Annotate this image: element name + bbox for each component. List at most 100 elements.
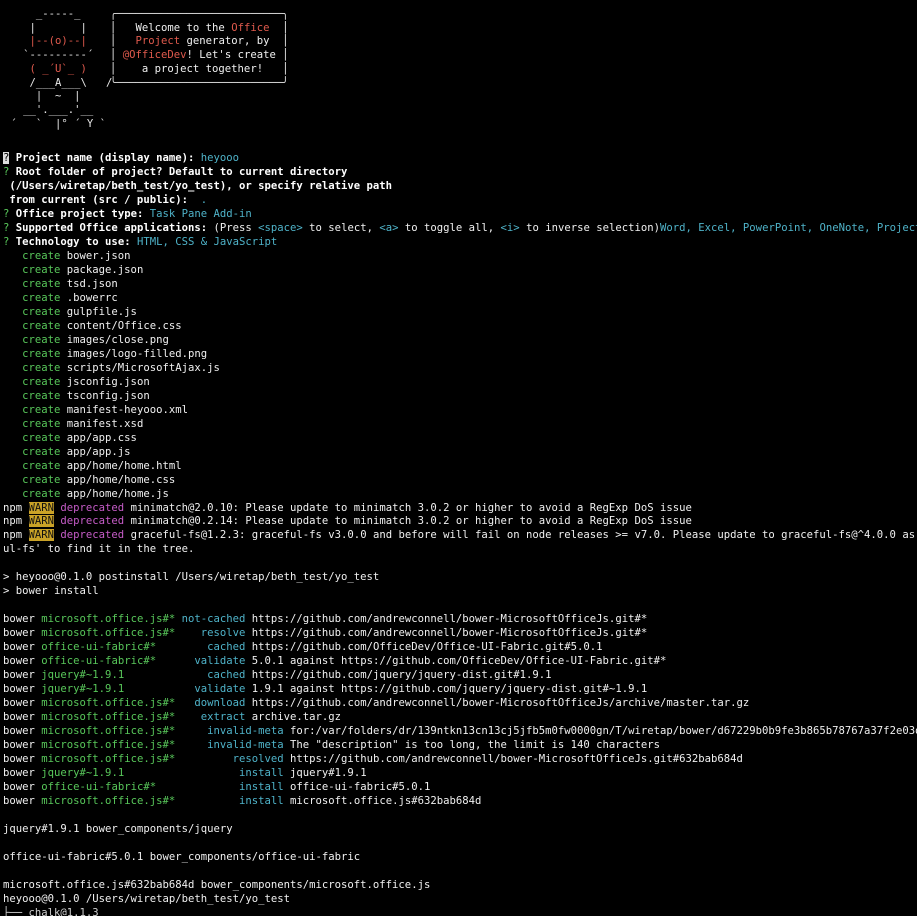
bower-line: bower microsoft.office.js#* install micr…	[3, 794, 481, 808]
create-label: create	[3, 431, 67, 444]
create-line: create tsconfig.json	[3, 389, 150, 403]
output-text: bower	[3, 627, 42, 640]
create-line: create jsconfig.json	[3, 375, 150, 389]
package-name: jquery#~1.9.1	[41, 767, 125, 780]
output-text: ?	[3, 165, 16, 178]
output-text: microsoft.office.js#632bab684d bower_com…	[3, 878, 431, 891]
package-name: office-ui-fabric#*	[41, 641, 157, 654]
output-text: heyooo@0.1.0 /Users/wiretap/beth_test/yo…	[3, 892, 291, 905]
output-text: jquery#1.9.1	[283, 767, 367, 780]
bower-action: cached	[156, 641, 246, 654]
package-name: microsoft.office.js#*	[41, 627, 176, 640]
create-line: create content/Office.css	[3, 319, 182, 333]
prompt-question: from current (src / public):	[3, 193, 195, 206]
output-text: tsconfig.json	[66, 389, 150, 402]
prompt-question: Office project type:	[15, 207, 150, 220]
output-text: bower	[3, 767, 42, 780]
text-line: ├── chalk@1.1.3	[3, 906, 99, 916]
create-line: create manifest-heyooo.xml	[3, 403, 188, 417]
output-text: for:/var/folders/dr/139ntkn13cn13cj5jfb5…	[283, 725, 917, 738]
bower-action: validate	[156, 655, 246, 668]
ascii-art-line: | ~ |	[4, 90, 81, 103]
prompt-line: from current (src / public): .	[3, 193, 207, 207]
ascii-art-line: | |	[4, 21, 87, 34]
ascii-art-line: ´ ` |° ´ Y `	[4, 117, 107, 130]
output-text: bower	[3, 795, 42, 808]
output-text: bower	[3, 739, 42, 752]
output-text: > heyooo@0.1.0 postinstall /Users/wireta…	[3, 571, 380, 584]
prompt-line: ? Technology to use: HTML, CSS & JavaScr…	[3, 235, 277, 249]
prompt-question: Technology to use:	[15, 235, 137, 248]
output-text: graceful-fs@1.2.3: graceful-fs v3.0.0 an…	[124, 529, 917, 542]
bower-action: invalid-meta	[175, 739, 284, 752]
npm-line: npm WARN deprecated minimatch@2.0.10: Pl…	[3, 501, 692, 515]
bower-line: bower microsoft.office.js#* extract arch…	[3, 710, 341, 724]
text-line: > bower install	[3, 584, 99, 598]
text-line: jquery#1.9.1 bower_components/jquery	[3, 822, 233, 836]
output-text: images/close.png	[66, 333, 169, 346]
create-line: create gulpfile.js	[3, 305, 137, 319]
prompt-answer: <space>	[258, 221, 303, 234]
npm-line: npm WARN deprecated minimatch@0.2.14: Pl…	[3, 514, 692, 528]
ascii-art-line: __'.___.'__	[4, 103, 94, 116]
bower-line: bower microsoft.office.js#* not-cached h…	[3, 612, 647, 626]
terminal-window[interactable]: _-----_ | | |--(o)--| `---------´ ( _´U`…	[0, 0, 917, 916]
create-label: create	[3, 459, 67, 472]
prompt-line: ? Office project type: Task Pane Add-in	[3, 207, 252, 221]
package-name: office-ui-fabric#*	[41, 781, 157, 794]
output-text: to select,	[302, 221, 380, 234]
output-text: app/home/home.html	[66, 459, 182, 472]
ascii-art-line: `---------´	[4, 49, 94, 62]
create-label: create	[3, 473, 67, 486]
output-text: (Press	[213, 221, 259, 234]
create-line: create scripts/MicrosoftAjax.js	[3, 361, 220, 375]
output-text: 5.0.1 against https://github.com/OfficeD…	[245, 655, 667, 668]
output-text: bower.json	[66, 249, 131, 262]
prompt-line: ? Supported Office applications: (Press …	[3, 221, 917, 235]
bower-action: resolved	[175, 753, 284, 766]
output-text: .bowerrc	[66, 291, 118, 304]
create-line: create bower.json	[3, 249, 131, 263]
create-label: create	[3, 417, 67, 430]
bubble-text: generator, by │	[180, 35, 289, 48]
text-line: heyooo@0.1.0 /Users/wiretap/beth_test/yo…	[3, 892, 290, 906]
bubble-text: @OfficeDev	[122, 49, 187, 62]
create-label: create	[3, 319, 67, 332]
output-text: bower	[3, 669, 42, 682]
create-line: create images/close.png	[3, 333, 169, 347]
create-label: create	[3, 263, 67, 276]
package-name: microsoft.office.js#*	[41, 613, 176, 626]
package-name: microsoft.office.js#*	[41, 739, 176, 752]
bower-action: cached	[124, 669, 246, 682]
bubble-text: │	[269, 21, 289, 34]
bubble-border: ╭──────────────────────────╮	[110, 8, 289, 20]
prompt-answer: Task Pane Add-in	[149, 207, 252, 220]
output-text: jsconfig.json	[66, 375, 150, 388]
create-line: create app/home/home.html	[3, 459, 182, 473]
prompt-line: (/Users/wiretap/beth_test/yo_test), or s…	[3, 179, 392, 193]
text-line: microsoft.office.js#632bab684d bower_com…	[3, 878, 430, 892]
output-text: package.json	[66, 263, 144, 276]
yeoman-ascii-art: _-----_ | | |--(o)--| `---------´ ( _´U`…	[4, 8, 112, 131]
prompt-line: ? Project name (display name): heyooo	[3, 151, 239, 165]
output-text: npm	[3, 501, 29, 514]
bower-line: bower microsoft.office.js#* resolved htt…	[3, 752, 743, 766]
output-text: https://github.com/andrewconnell/bower-M…	[245, 627, 648, 640]
output-text: https://github.com/jquery/jquery-dist.gi…	[245, 669, 552, 682]
output-text: app/home/home.css	[66, 473, 176, 486]
prompt-answer: <i>	[500, 221, 520, 234]
output-text: jquery#1.9.1 bower_components/jquery	[3, 823, 233, 836]
output-text: > bower install	[3, 585, 99, 598]
bubble-line: │ @OfficeDev! Let's create │	[110, 49, 289, 63]
bower-action: validate	[124, 683, 246, 696]
output-text: bower	[3, 697, 42, 710]
bower-line: bower microsoft.office.js#* resolve http…	[3, 626, 647, 640]
output-text: content/Office.css	[66, 319, 182, 332]
output-text: office-ui-fabric#5.0.1	[283, 781, 431, 794]
bubble-text: │ a project together! │	[110, 62, 289, 75]
output-text: bower	[3, 711, 42, 724]
output-text: https://github.com/andrewconnell/bower-M…	[245, 613, 648, 626]
prompt-answer: HTML, CSS & JavaScript	[136, 235, 278, 248]
package-name: microsoft.office.js#*	[41, 697, 176, 710]
create-label: create	[3, 389, 67, 402]
